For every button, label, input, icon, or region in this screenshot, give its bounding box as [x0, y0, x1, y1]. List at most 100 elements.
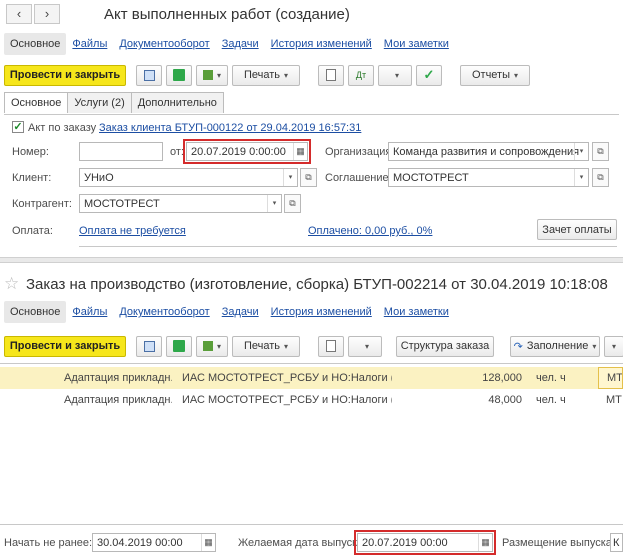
counterparty-label: Контрагент:: [12, 198, 72, 210]
tab-docflow[interactable]: Документооборот: [113, 38, 215, 50]
create-based-icon: [202, 341, 213, 351]
start-label: Начать не ранее:: [4, 537, 93, 549]
forward-button[interactable]: ›: [34, 4, 60, 24]
calendar-icon[interactable]: ▦: [201, 534, 215, 551]
chevron-down-icon[interactable]: ▾: [267, 195, 281, 212]
calendar-icon[interactable]: ▦: [478, 534, 492, 551]
tab-history-2[interactable]: История изменений: [265, 306, 378, 318]
subtab-services[interactable]: Услуги (2): [67, 92, 132, 113]
table-row[interactable]: Адаптация прикладн... ИАС МОСТОТРЕСТ_РСБ…: [0, 367, 623, 389]
act-by-order-checkbox[interactable]: ✓: [12, 121, 24, 133]
save-button-2[interactable]: [136, 335, 162, 357]
tab-files-2[interactable]: Файлы: [66, 306, 113, 318]
payment-label: Оплата:: [12, 225, 53, 237]
window-splitter[interactable]: [0, 257, 623, 263]
page-title: Акт выполненных работ (создание): [104, 6, 350, 23]
post-icon: [173, 340, 185, 352]
row-spec: ИАС МОСТОТРЕСТ_РСБУ и НО:Налоги (расч...: [182, 372, 392, 384]
subtab-main[interactable]: Основное: [4, 92, 69, 113]
table-bottom-line: [0, 524, 623, 525]
desired-date-label: Желаемая дата выпуска:: [238, 537, 367, 549]
save-button[interactable]: [136, 64, 162, 86]
tab-history[interactable]: История изменений: [265, 38, 378, 50]
agreement-select[interactable]: МОСТОТРЕСТ ▾: [388, 168, 589, 187]
movements-button[interactable]: Дт: [348, 64, 374, 86]
order-link[interactable]: Заказ клиента БТУП-000122 от 29.04.2019 …: [99, 122, 361, 134]
movements-icon: Дт: [355, 70, 367, 80]
number-input[interactable]: [79, 142, 163, 161]
save-icon: [143, 340, 155, 352]
counterparty-open-button[interactable]: ⧉: [284, 194, 301, 213]
tab-main[interactable]: Основное: [4, 33, 67, 55]
placement-label: Размещение выпуска:: [502, 537, 615, 549]
subtabs-divider: [4, 114, 619, 115]
toolbar-2: Провести и закрыть ▾ Печать ▾ ▾ Структура…: [4, 334, 623, 358]
back-button[interactable]: ‹: [6, 4, 32, 24]
row-dest[interactable]: МТ: [598, 367, 623, 389]
star-icon[interactable]: ☆: [4, 274, 19, 294]
tab-files[interactable]: Файлы: [66, 38, 113, 50]
tab-docflow-2[interactable]: Документооборот: [113, 306, 215, 318]
subtab-additional[interactable]: Дополнительно: [130, 92, 224, 113]
client-select[interactable]: УНиО ▾: [79, 168, 298, 187]
placement-input[interactable]: К: [610, 533, 623, 552]
print-button[interactable]: Печать ▾: [232, 64, 300, 86]
save-icon: [143, 69, 155, 81]
table-top-line: [0, 363, 623, 364]
attachments-button-2[interactable]: ▾: [348, 335, 382, 357]
agreement-open-button[interactable]: ⧉: [592, 168, 609, 187]
attachments-button[interactable]: ▾: [378, 64, 412, 86]
client-open-button[interactable]: ⧉: [300, 168, 317, 187]
post-and-close-button-2[interactable]: Провести и закрыть: [4, 335, 126, 357]
tab-tasks-2[interactable]: Задачи: [216, 306, 265, 318]
row-name: Адаптация прикладн...: [64, 372, 172, 384]
approve-button[interactable]: ✓: [416, 64, 442, 86]
table-row[interactable]: Адаптация прикладн... ИАС МОСТОТРЕСТ_РСБ…: [0, 389, 623, 411]
more-button[interactable]: ▾: [604, 335, 623, 357]
calendar-icon[interactable]: ▦: [293, 143, 307, 160]
desired-date-input[interactable]: 20.07.2019 00:00 ▦: [354, 530, 496, 555]
post-and-close-button[interactable]: Провести и закрыть: [4, 64, 126, 86]
post-icon: [173, 69, 185, 81]
tab-main-2[interactable]: Основное: [4, 301, 67, 323]
row-spec: ИАС МОСТОТРЕСТ_РСБУ и НО:Налоги (расч...: [182, 394, 392, 406]
form-tabs-2: Основное Файлы Документооборот Задачи Ис…: [4, 299, 455, 325]
tab-tasks[interactable]: Задачи: [216, 38, 265, 50]
payment-link[interactable]: Оплата не требуется: [79, 225, 186, 237]
form-bottom-line: [79, 246, 617, 247]
paid-link[interactable]: Оплачено: 0,00 руб., 0%: [308, 225, 432, 237]
counterparty-select[interactable]: МОСТОТРЕСТ ▾: [79, 194, 282, 213]
check-icon: ✓: [423, 67, 435, 82]
post-button[interactable]: [166, 64, 192, 86]
chevron-down-icon[interactable]: ▾: [574, 169, 588, 186]
row-qty: 128,000: [482, 372, 522, 384]
list-button-2[interactable]: [318, 335, 344, 357]
tab-notes-2[interactable]: Мои заметки: [378, 306, 455, 318]
start-date-input[interactable]: 30.04.2019 00:00 ▦: [92, 533, 216, 552]
subtabs: Основное Услуги (2) Дополнительно: [4, 92, 224, 113]
tab-notes[interactable]: Мои заметки: [378, 38, 455, 50]
fill-button[interactable]: ↷ Заполнение ▾: [510, 335, 600, 357]
organization-label: Организация:: [325, 146, 395, 158]
post-button-2[interactable]: [166, 335, 192, 357]
list-icon: [326, 340, 336, 352]
create-based-button-2[interactable]: ▾: [196, 335, 228, 357]
print-button-2[interactable]: Печать ▾: [232, 335, 300, 357]
form-tabs: Основное Файлы Документооборот Задачи Ис…: [4, 31, 455, 57]
offset-payment-button[interactable]: Зачет оплаты: [537, 219, 617, 240]
create-based-icon: [202, 70, 213, 80]
fill-icon: ↷: [513, 340, 523, 353]
create-based-button[interactable]: ▾: [196, 64, 228, 86]
chevron-down-icon[interactable]: ▾: [283, 169, 297, 186]
act-by-order-label: Акт по заказу: [28, 122, 97, 134]
date-input[interactable]: 20.07.2019 0:00:00 ▦: [183, 139, 311, 164]
from-label: от:: [170, 146, 184, 158]
toolbar: Провести и закрыть ▾ Печать ▾ Дт ▾ ✓ Отче…: [4, 63, 530, 87]
organization-open-button[interactable]: ⧉: [592, 142, 609, 161]
list-button[interactable]: [318, 64, 344, 86]
order-structure-button[interactable]: Структура заказа: [396, 335, 494, 357]
chevron-down-icon[interactable]: ▾: [574, 143, 588, 160]
row-name: Адаптация прикладн...: [64, 394, 172, 406]
organization-select[interactable]: Команда развития и сопровождения ▾: [388, 142, 589, 161]
reports-button[interactable]: Отчеты ▾: [460, 64, 530, 86]
